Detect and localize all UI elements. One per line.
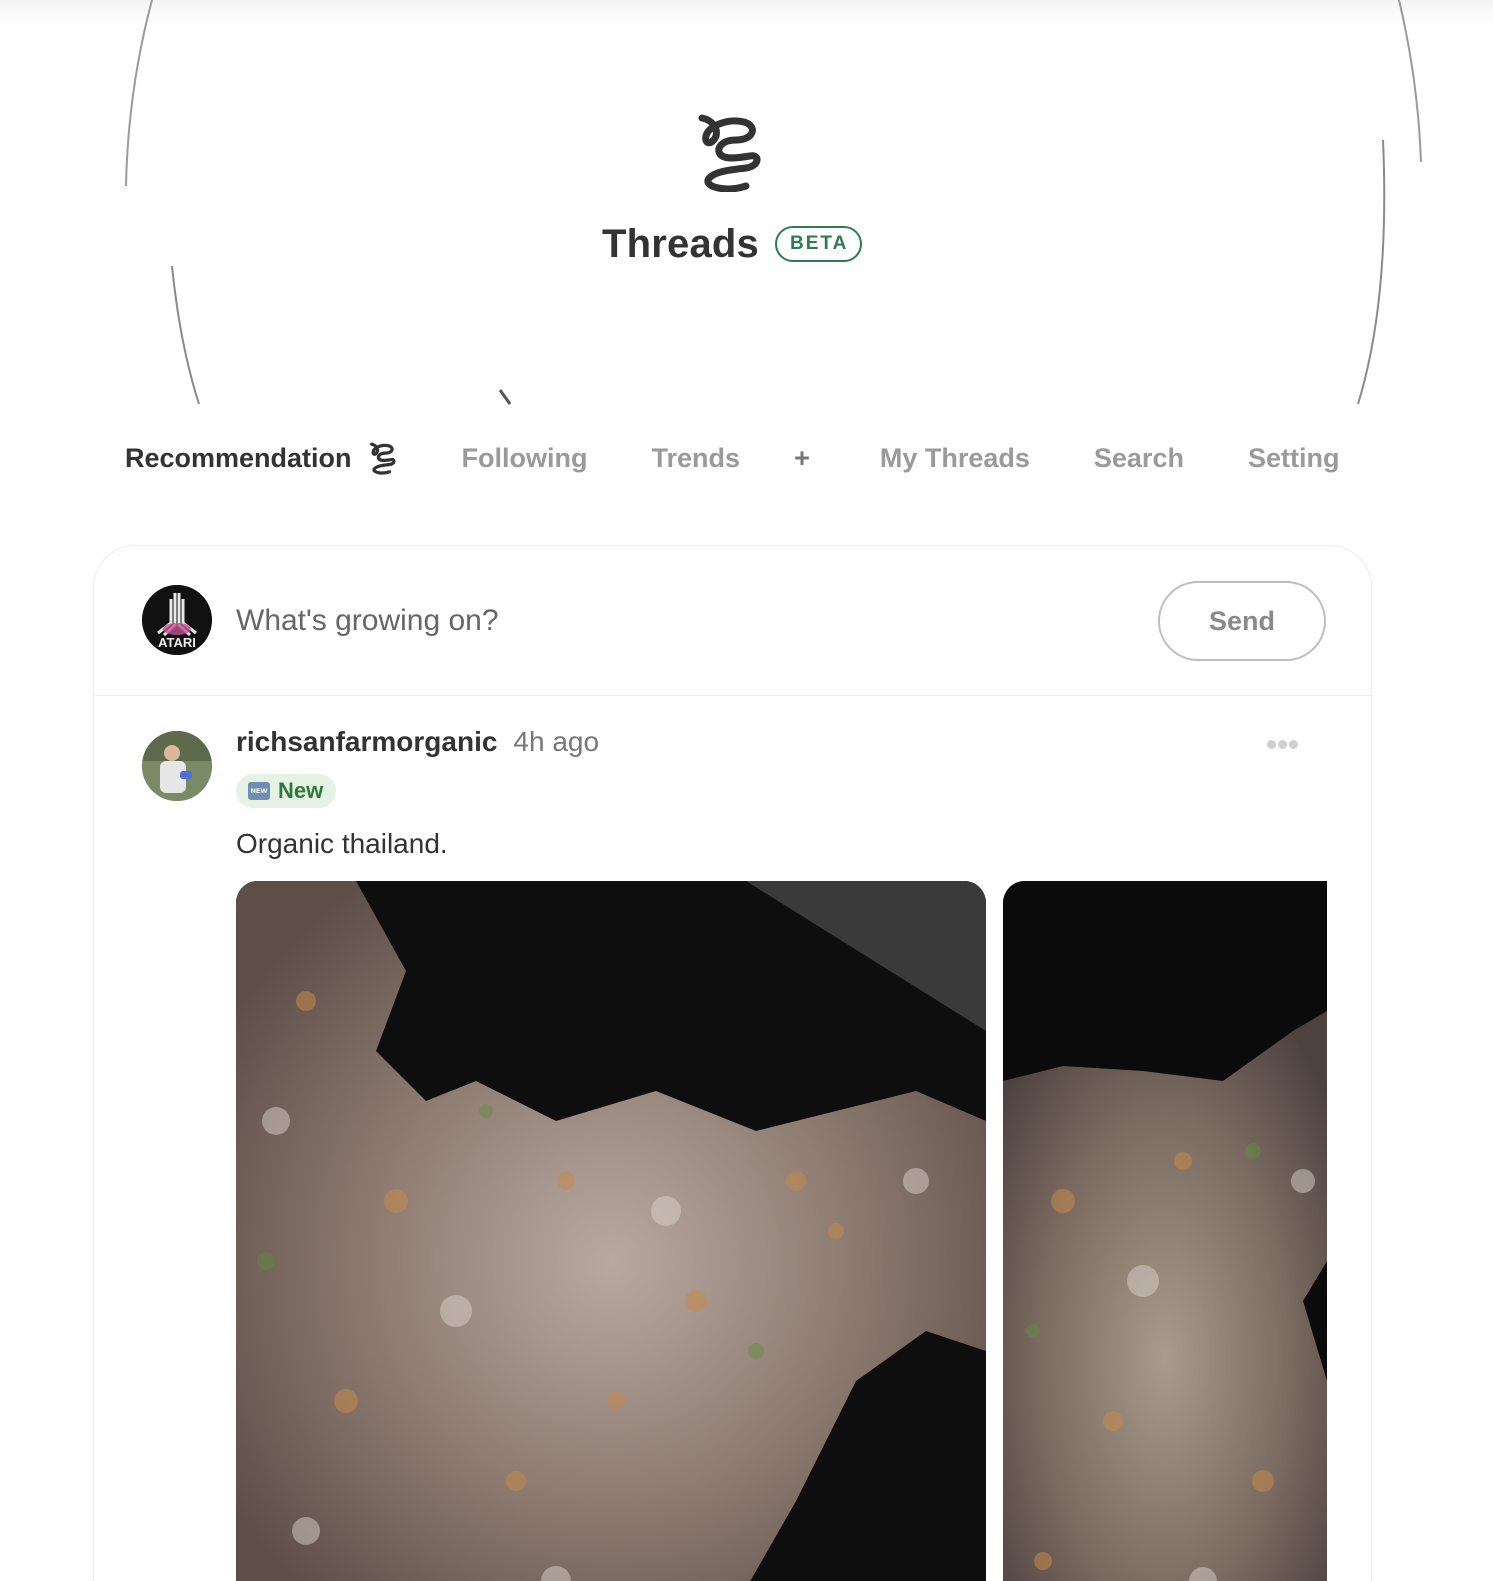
threads-logo-icon bbox=[698, 114, 761, 192]
tab-recommendation-label: Recommendation bbox=[125, 442, 352, 473]
tab-search-label: Search bbox=[1093, 442, 1184, 473]
post: richsanfarmorganic 4h ago NEW New Organi… bbox=[94, 696, 1371, 1581]
tab-following-label: Following bbox=[461, 442, 588, 473]
tab-trends[interactable]: Trends bbox=[652, 443, 741, 474]
tab-setting[interactable]: Setting bbox=[1248, 443, 1340, 474]
tab-my-threads[interactable]: My Threads bbox=[880, 443, 1030, 474]
new-badge: NEW New bbox=[236, 774, 337, 808]
avatar[interactable]: ATARI bbox=[142, 585, 212, 655]
main-nav: Recommendation Following Trends + My Thr… bbox=[125, 428, 1375, 488]
feed-card: ATARI Send richsanfarmorganic 4h ago bbox=[93, 545, 1372, 1581]
decorative-arcs bbox=[125, 0, 1422, 405]
tab-recommendation[interactable]: Recommendation bbox=[125, 441, 396, 475]
threads-page: Threads BETA Recommendation Following Tr… bbox=[0, 0, 1493, 1581]
tab-my-threads-label: My Threads bbox=[879, 442, 1030, 473]
beta-badge: BETA bbox=[775, 226, 863, 262]
svg-text:ATARI: ATARI bbox=[158, 635, 196, 650]
atari-avatar-image: ATARI bbox=[142, 585, 212, 655]
tab-setting-label: Setting bbox=[1247, 442, 1340, 473]
app-title: Threads bbox=[602, 221, 760, 266]
user-avatar-image bbox=[142, 731, 212, 801]
brand: Threads BETA bbox=[602, 219, 863, 269]
post-text: Organic thailand. bbox=[236, 828, 448, 859]
post-image[interactable] bbox=[236, 881, 986, 1581]
tab-following[interactable]: Following bbox=[462, 443, 588, 474]
post-timestamp: 4h ago bbox=[513, 726, 600, 757]
composer: ATARI Send bbox=[94, 546, 1371, 696]
avatar[interactable] bbox=[142, 731, 212, 801]
threads-logo-icon bbox=[369, 442, 396, 475]
send-button[interactable]: Send bbox=[1158, 581, 1326, 661]
tab-trends-label: Trends bbox=[651, 442, 741, 473]
post-image[interactable] bbox=[1003, 881, 1327, 1581]
tab-search[interactable]: Search bbox=[1094, 443, 1184, 474]
more-options-icon[interactable] bbox=[1267, 736, 1301, 749]
post-username[interactable]: richsanfarmorganic bbox=[236, 726, 497, 758]
tab-plus-label: + bbox=[794, 442, 810, 473]
tab-plus[interactable]: + bbox=[794, 443, 810, 474]
post-header: richsanfarmorganic 4h ago bbox=[236, 726, 599, 766]
compose-input[interactable] bbox=[236, 596, 1116, 646]
new-badge-label: New bbox=[278, 778, 324, 803]
new-icon: NEW bbox=[248, 782, 270, 800]
